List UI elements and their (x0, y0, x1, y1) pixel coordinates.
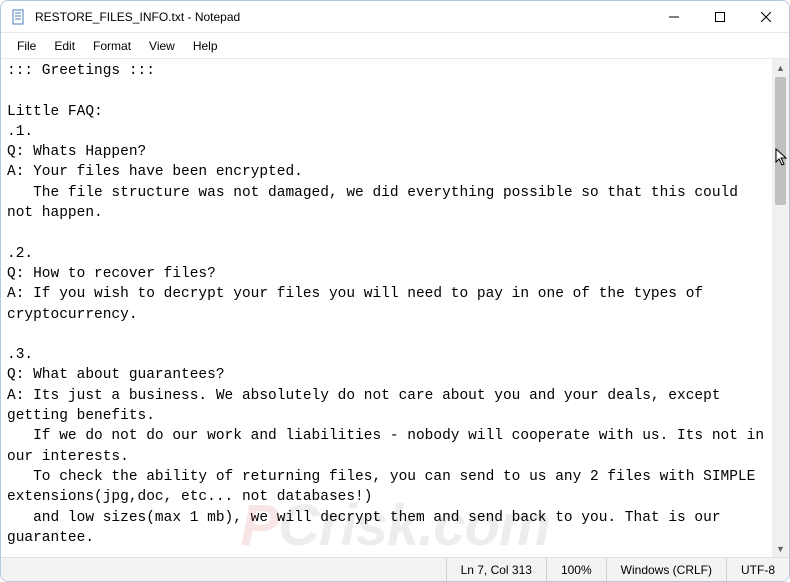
menu-view[interactable]: View (141, 37, 183, 55)
notepad-icon (11, 9, 27, 25)
scrollbar-thumb[interactable] (775, 77, 786, 205)
menu-help[interactable]: Help (185, 37, 226, 55)
window-title: RESTORE_FILES_INFO.txt - Notepad (35, 10, 651, 24)
status-zoom: 100% (546, 558, 606, 581)
status-line-ending: Windows (CRLF) (606, 558, 726, 581)
titlebar: RESTORE_FILES_INFO.txt - Notepad (1, 1, 789, 33)
scroll-up-arrow[interactable]: ▲ (772, 59, 789, 76)
maximize-button[interactable] (697, 1, 743, 32)
text-editor[interactable]: ::: Greetings ::: Little FAQ: .1. Q: Wha… (1, 59, 772, 557)
status-encoding: UTF-8 (726, 558, 789, 581)
notepad-window: RESTORE_FILES_INFO.txt - Notepad File Ed… (0, 0, 790, 582)
scroll-down-arrow[interactable]: ▼ (772, 540, 789, 557)
statusbar: Ln 7, Col 313 100% Windows (CRLF) UTF-8 (1, 557, 789, 581)
vertical-scrollbar[interactable]: ▲ ▼ (772, 59, 789, 557)
close-button[interactable] (743, 1, 789, 32)
status-position: Ln 7, Col 313 (446, 558, 546, 581)
minimize-button[interactable] (651, 1, 697, 32)
content-area: ::: Greetings ::: Little FAQ: .1. Q: Wha… (1, 59, 789, 557)
menu-edit[interactable]: Edit (46, 37, 83, 55)
menubar: File Edit Format View Help (1, 33, 789, 59)
menu-file[interactable]: File (9, 37, 44, 55)
menu-format[interactable]: Format (85, 37, 139, 55)
window-controls (651, 1, 789, 32)
